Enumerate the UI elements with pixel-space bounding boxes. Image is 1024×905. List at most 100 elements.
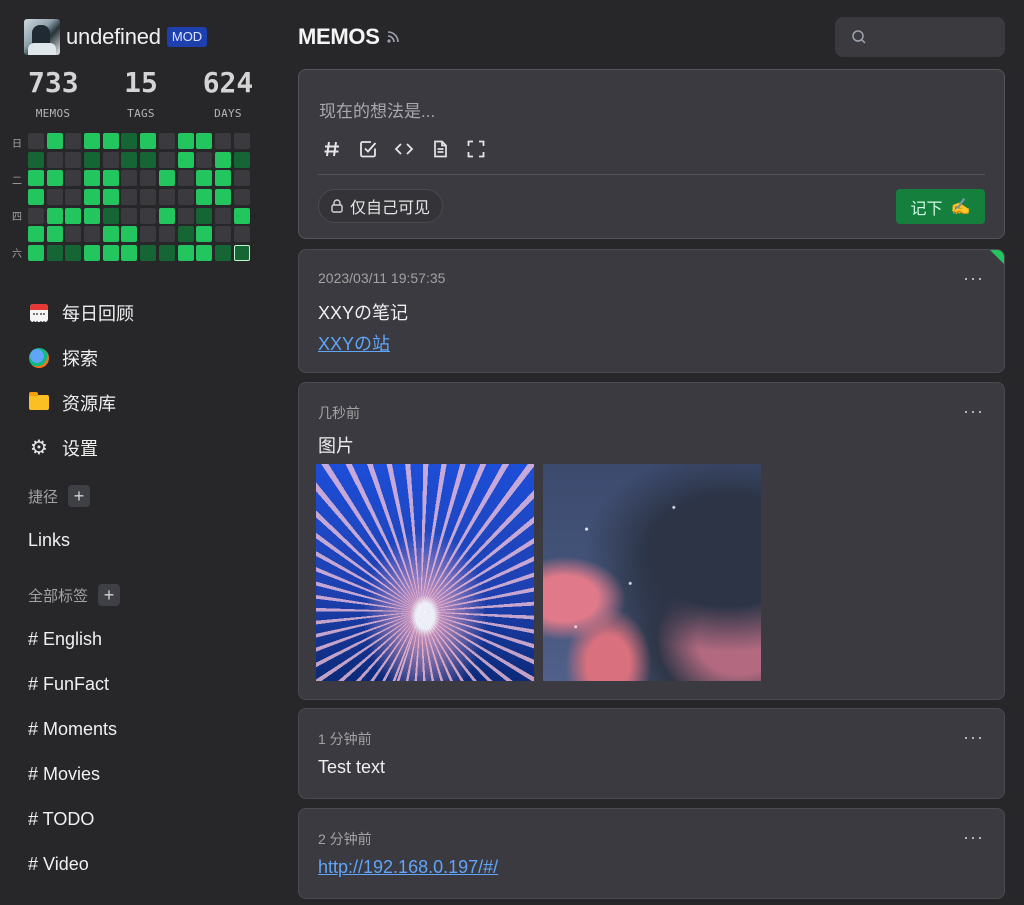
heatmap-cell[interactable] bbox=[28, 207, 44, 224]
heatmap-cell[interactable] bbox=[177, 170, 194, 187]
heatmap-cell[interactable] bbox=[214, 151, 231, 168]
avatar[interactable] bbox=[24, 19, 60, 55]
heatmap-cell[interactable] bbox=[233, 170, 250, 187]
visibility-selector[interactable]: 仅自己可见 bbox=[318, 189, 444, 223]
page-title[interactable]: MEMOS bbox=[298, 24, 400, 50]
heatmap-cell[interactable] bbox=[102, 151, 119, 168]
search-input[interactable] bbox=[875, 29, 995, 45]
more-options-icon[interactable]: ··· bbox=[963, 828, 984, 846]
heatmap-cell[interactable] bbox=[121, 207, 138, 224]
tag-item[interactable]: # FunFact bbox=[28, 662, 117, 707]
heatmap-cell[interactable] bbox=[28, 189, 44, 206]
heatmap-cell[interactable] bbox=[158, 245, 175, 262]
heatmap-cell[interactable] bbox=[196, 189, 213, 206]
username[interactable]: undefined bbox=[66, 24, 161, 50]
nav-resources[interactable]: 资源库 bbox=[28, 380, 134, 425]
heatmap-cell[interactable] bbox=[233, 245, 250, 262]
save-memo-button[interactable]: 记下 ✍️ bbox=[896, 189, 985, 224]
heatmap-cell[interactable] bbox=[214, 226, 231, 243]
heatmap-cell[interactable] bbox=[102, 189, 119, 206]
checkbox-icon[interactable] bbox=[355, 136, 381, 162]
heatmap-cell[interactable] bbox=[46, 226, 63, 243]
heatmap-cell[interactable] bbox=[65, 226, 82, 243]
heatmap-cell[interactable] bbox=[102, 170, 119, 187]
heatmap-cell[interactable] bbox=[28, 151, 44, 168]
memo-link[interactable]: http://192.168.0.197/#/ bbox=[318, 857, 498, 878]
tag-hash-icon[interactable] bbox=[319, 136, 345, 162]
heatmap-cell[interactable] bbox=[233, 226, 250, 243]
heatmap-cell[interactable] bbox=[214, 245, 231, 262]
heatmap-cell[interactable] bbox=[46, 207, 63, 224]
nav-explore[interactable]: 探索 bbox=[28, 335, 134, 380]
heatmap-cell[interactable] bbox=[177, 189, 194, 206]
heatmap-cell[interactable] bbox=[46, 189, 63, 206]
night-sky-image[interactable] bbox=[543, 464, 761, 681]
heatmap-cell[interactable] bbox=[140, 189, 157, 206]
heatmap-cell[interactable] bbox=[196, 245, 213, 262]
heatmap-cell[interactable] bbox=[121, 226, 138, 243]
heatmap-cell[interactable] bbox=[214, 207, 231, 224]
rss-icon[interactable] bbox=[386, 30, 400, 44]
heatmap-cell[interactable] bbox=[84, 207, 101, 224]
heatmap-cell[interactable] bbox=[84, 226, 101, 243]
heatmap-cell[interactable] bbox=[46, 151, 63, 168]
heatmap-cell[interactable] bbox=[102, 245, 119, 262]
memo-timestamp[interactable]: 1 分钟前 bbox=[318, 729, 372, 749]
tag-item[interactable]: # English bbox=[28, 617, 117, 662]
heatmap-cell[interactable] bbox=[214, 133, 231, 149]
editor-textarea[interactable]: 现在的想法是... bbox=[319, 97, 435, 122]
heatmap-cell[interactable] bbox=[102, 207, 119, 224]
more-options-icon[interactable]: ··· bbox=[963, 269, 984, 287]
file-icon[interactable] bbox=[427, 136, 453, 162]
heatmap-cell[interactable] bbox=[65, 207, 82, 224]
heatmap-cell[interactable] bbox=[65, 245, 82, 262]
heatmap-cell[interactable] bbox=[84, 133, 101, 149]
heatmap-cell[interactable] bbox=[177, 133, 194, 149]
memo-timestamp[interactable]: 2023/03/11 19:57:35 bbox=[318, 270, 445, 286]
tag-item[interactable]: # Video bbox=[28, 842, 117, 887]
heatmap-cell[interactable] bbox=[233, 151, 250, 168]
heatmap-cell[interactable] bbox=[196, 133, 213, 149]
heatmap-cell[interactable] bbox=[177, 207, 194, 224]
memo-timestamp[interactable]: 2 分钟前 bbox=[318, 829, 372, 849]
heatmap-cell[interactable] bbox=[158, 170, 175, 187]
add-shortcut-button[interactable]: + bbox=[68, 485, 91, 507]
heatmap-cell[interactable] bbox=[177, 226, 194, 243]
heatmap-cell[interactable] bbox=[84, 189, 101, 206]
tag-item[interactable]: # Moments bbox=[28, 707, 117, 752]
heatmap-cell[interactable] bbox=[140, 245, 157, 262]
memo-link[interactable]: XXYの站 bbox=[318, 330, 390, 356]
heatmap-cell[interactable] bbox=[196, 207, 213, 224]
fullscreen-icon[interactable] bbox=[463, 136, 489, 162]
stat-tags[interactable]: 15 TAGS bbox=[116, 66, 166, 120]
heatmap-cell[interactable] bbox=[214, 170, 231, 187]
fireworks-image[interactable] bbox=[316, 464, 534, 681]
heatmap-cell[interactable] bbox=[177, 245, 194, 262]
heatmap-cell[interactable] bbox=[84, 151, 101, 168]
user-banner[interactable]: undefined MOD bbox=[24, 19, 208, 55]
heatmap-cell[interactable] bbox=[65, 133, 82, 149]
heatmap-cell[interactable] bbox=[196, 226, 213, 243]
heatmap-cell[interactable] bbox=[177, 151, 194, 168]
heatmap-cell[interactable] bbox=[28, 170, 44, 187]
heatmap-cell[interactable] bbox=[102, 226, 119, 243]
memo-timestamp[interactable]: 几秒前 bbox=[318, 403, 360, 423]
heatmap-cell[interactable] bbox=[158, 226, 175, 243]
heatmap-cell[interactable] bbox=[46, 170, 63, 187]
heatmap-cell[interactable] bbox=[158, 189, 175, 206]
heatmap-cell[interactable] bbox=[140, 207, 157, 224]
heatmap-cell[interactable] bbox=[121, 189, 138, 206]
stat-days[interactable]: 624 DAYS bbox=[200, 66, 256, 120]
shortcut-item[interactable]: Links bbox=[28, 530, 70, 551]
heatmap-cell[interactable] bbox=[121, 170, 138, 187]
stat-memos[interactable]: 733 MEMOS bbox=[28, 66, 79, 120]
heatmap-cell[interactable] bbox=[158, 207, 175, 224]
more-options-icon[interactable]: ··· bbox=[963, 402, 984, 420]
heatmap-cell[interactable] bbox=[28, 245, 44, 262]
heatmap-cell[interactable] bbox=[233, 133, 250, 149]
heatmap-cell[interactable] bbox=[65, 151, 82, 168]
nav-settings[interactable]: ⚙ 设置 bbox=[28, 425, 134, 470]
add-tag-button[interactable]: + bbox=[98, 584, 121, 606]
heatmap-cell[interactable] bbox=[196, 151, 213, 168]
heatmap-cell[interactable] bbox=[65, 170, 82, 187]
